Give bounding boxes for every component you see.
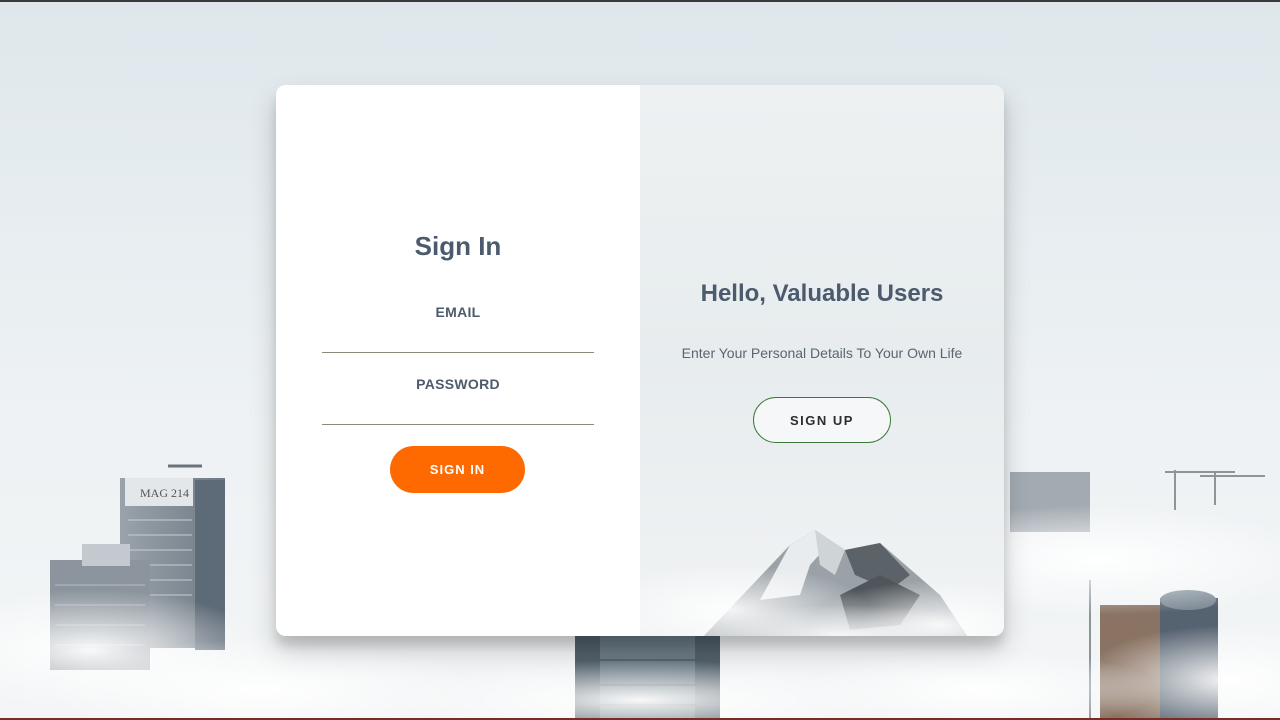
sign-in-panel: Sign In EMAIL PASSWORD SIGN IN	[276, 85, 640, 636]
welcome-title: Hello, Valuable Users	[700, 280, 944, 307]
welcome-panel: Hello, Valuable Users Enter Your Persona…	[640, 85, 1004, 636]
sign-in-title: Sign In	[414, 231, 502, 261]
page-background: MAG 214 Sign In EMAIL PASSWORD SIGN IN H…	[0, 0, 1280, 720]
building-sign: MAG 214	[140, 486, 189, 500]
mountain-illustration	[640, 530, 1004, 636]
email-label: EMAIL	[435, 304, 481, 320]
welcome-text: Enter Your Personal Details To Your Own …	[681, 345, 963, 361]
sign-up-button[interactable]: SIGN UP	[753, 397, 891, 443]
sign-in-button[interactable]: SIGN IN	[390, 446, 525, 493]
password-field[interactable]	[322, 395, 594, 425]
auth-card: Sign In EMAIL PASSWORD SIGN IN Hello, Va…	[276, 85, 1004, 636]
email-field[interactable]	[322, 323, 594, 353]
password-label: PASSWORD	[416, 376, 500, 392]
